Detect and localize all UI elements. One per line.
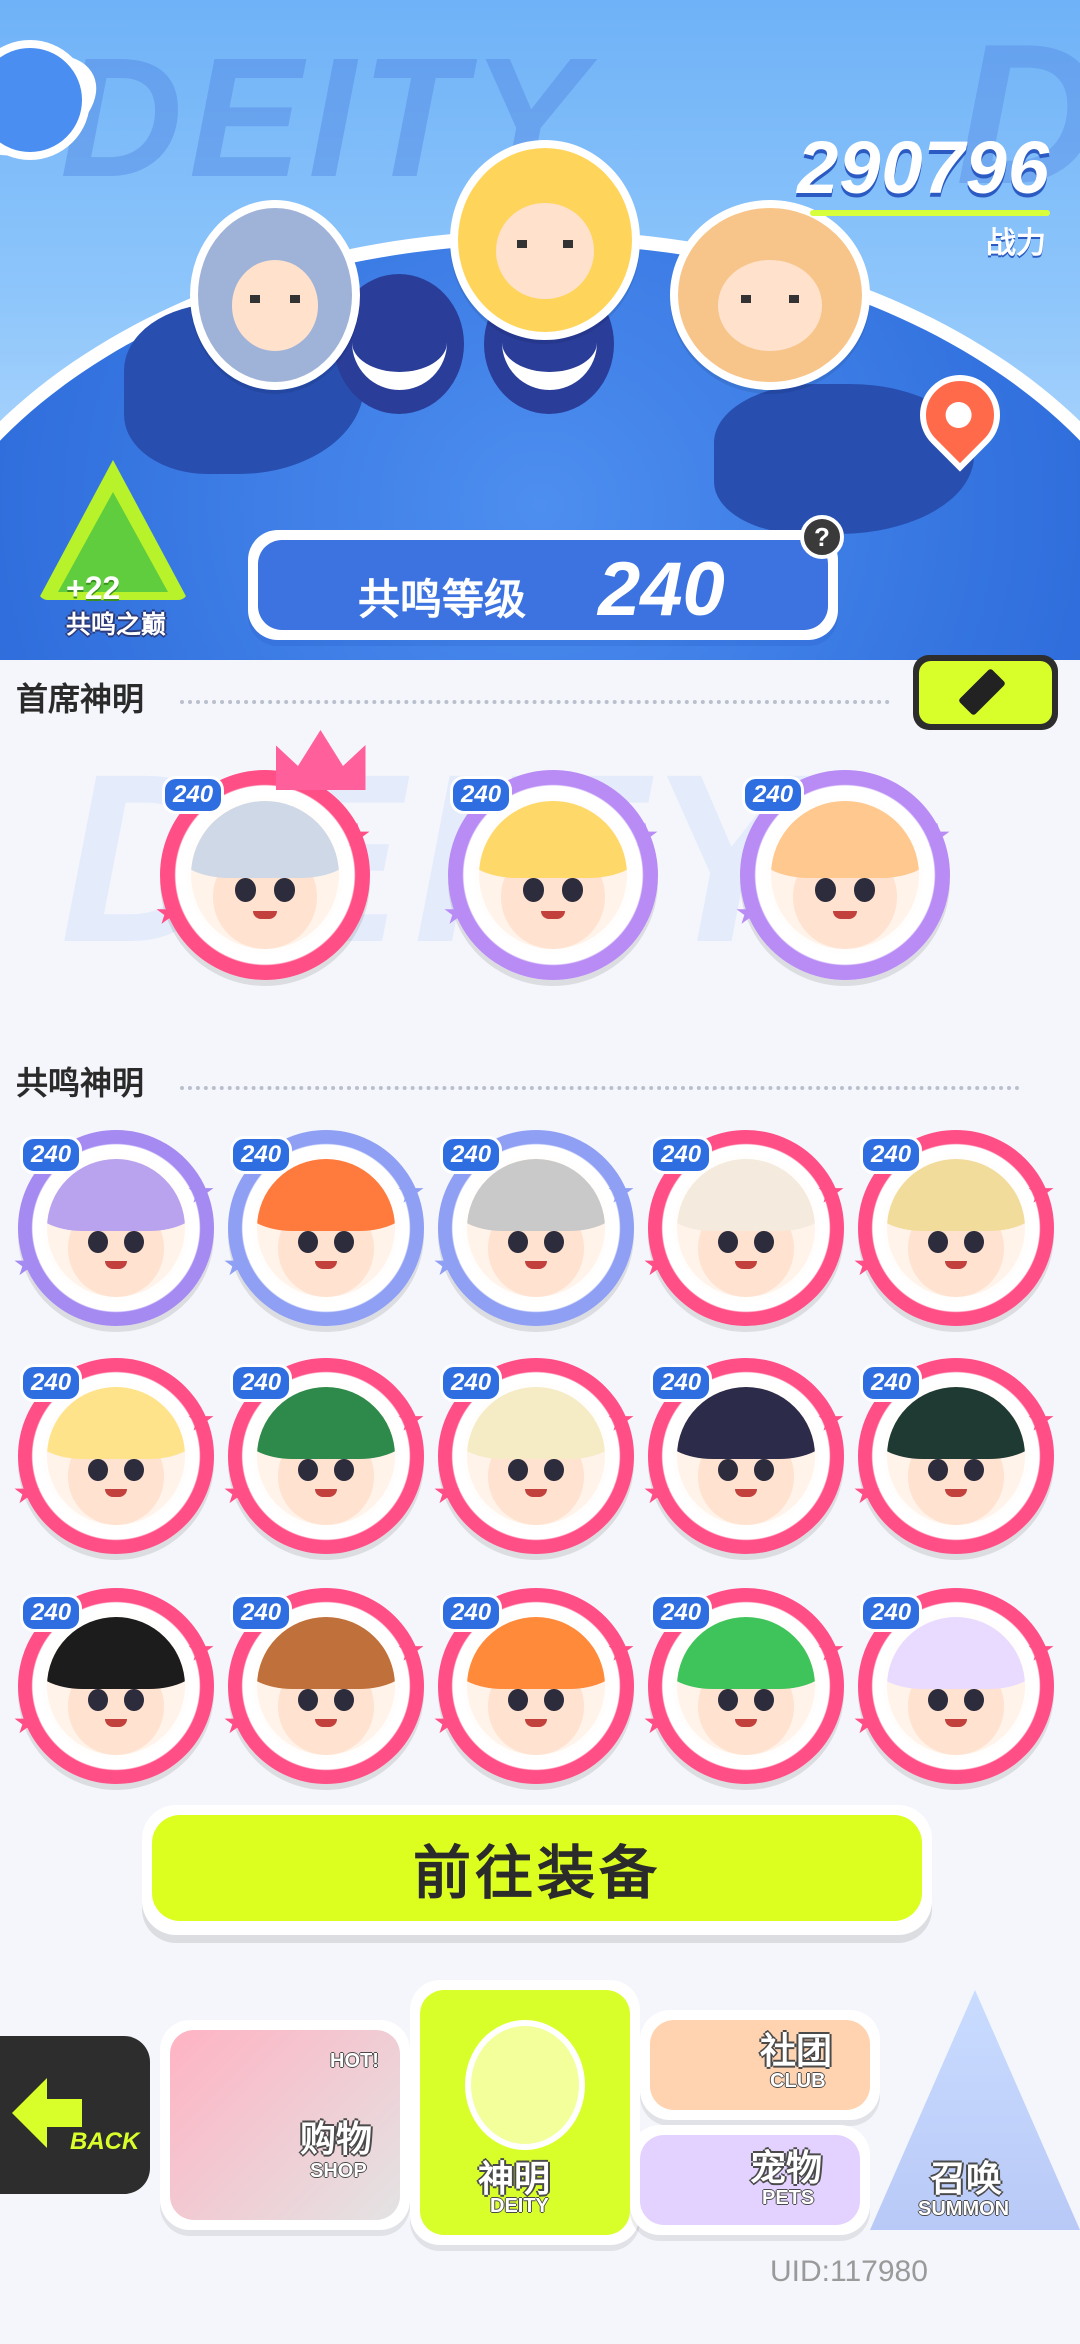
deity-portrait: [43, 1613, 189, 1759]
level-badge: 240: [860, 1594, 923, 1632]
level-badge: 240: [230, 1594, 293, 1632]
resonant-deity-card[interactable]: 240: [224, 1588, 424, 1784]
deity-portrait: [883, 1155, 1029, 1301]
nav-summon[interactable]: 召唤 SUMMON: [870, 1990, 1080, 2260]
power-underline: [810, 210, 1050, 216]
resonant-deity-card[interactable]: 240: [434, 1130, 634, 1326]
nav-pets-cn: 宠物: [750, 2148, 823, 2189]
deity-portrait: [253, 1383, 399, 1529]
hero-banner: DEITY D 290796 战力 +22 共鸣之巅 共鸣等级 240 ?: [0, 0, 1080, 660]
nav-deity-en: DEITY: [490, 2195, 549, 2217]
resonant-deity-card[interactable]: 240: [224, 1358, 424, 1554]
deity-portrait: [43, 1155, 189, 1301]
hot-badge: HOT!: [330, 2050, 379, 2072]
resonant-deity-card[interactable]: 240: [644, 1588, 844, 1784]
level-badge: 240: [440, 1594, 503, 1632]
level-badge: 240: [742, 776, 805, 814]
nav-shop[interactable]: 购物 SHOP HOT!: [160, 2020, 410, 2230]
level-badge: 240: [860, 1364, 923, 1402]
section-title-resonant-deities: 共鸣神明: [16, 1064, 145, 1102]
resonant-deity-card[interactable]: 240: [854, 1358, 1054, 1554]
help-icon[interactable]: ?: [800, 515, 844, 559]
resonant-deity-card[interactable]: 240: [434, 1588, 634, 1784]
pencil-icon: [957, 667, 1007, 717]
level-badge: 240: [860, 1136, 923, 1174]
nav-pets[interactable]: 宠物 PETS: [630, 2125, 870, 2235]
level-badge: 240: [20, 1136, 83, 1174]
deity-portrait: [187, 797, 343, 953]
resonance-peak-badge[interactable]: +22 共鸣之巅: [28, 460, 198, 640]
chibi-deity-center[interactable]: [450, 140, 640, 340]
resonant-deity-card[interactable]: 240: [644, 1358, 844, 1554]
deity-portrait: [673, 1155, 819, 1301]
deity-portrait: [463, 1383, 609, 1529]
deity-portrait: [673, 1383, 819, 1529]
level-badge: 240: [650, 1136, 713, 1174]
deity-portrait: [253, 1613, 399, 1759]
head-deity-card[interactable]: 240: [444, 770, 658, 980]
resonant-deity-card[interactable]: 240: [224, 1130, 424, 1326]
level-badge: 240: [230, 1364, 293, 1402]
peak-name: 共鸣之巅: [65, 610, 166, 639]
resonance-level-card[interactable]: 共鸣等级 240: [248, 530, 838, 640]
deity-portrait: [475, 797, 631, 953]
deity-portrait: [463, 1613, 609, 1759]
level-badge: 240: [230, 1136, 293, 1174]
edit-button[interactable]: [913, 655, 1058, 730]
nav-shop-cn: 购物: [300, 2119, 373, 2160]
deity-portrait: [673, 1613, 819, 1759]
resonant-deity-card[interactable]: 240: [854, 1130, 1054, 1326]
resonant-deity-card[interactable]: 240: [14, 1358, 214, 1554]
deity-portrait: [767, 797, 923, 953]
nav-summon-cn: 召唤: [930, 2159, 1003, 2200]
level-badge: 240: [20, 1364, 83, 1402]
nav-shop-en: SHOP: [310, 2160, 367, 2182]
chibi-deity-right[interactable]: [670, 200, 870, 390]
deity-portrait: [883, 1383, 1029, 1529]
level-badge: 240: [450, 776, 513, 814]
divider: [180, 1086, 1020, 1090]
resonance-level-value: 240: [598, 547, 725, 630]
user-id: UID:117980: [770, 2255, 928, 2288]
go-to-equip-label: 前往装备: [412, 1839, 661, 1907]
level-badge: 240: [20, 1594, 83, 1632]
head-deity-card[interactable]: 240: [156, 730, 370, 980]
divider: [180, 700, 890, 704]
go-to-equip-button[interactable]: 前往装备: [142, 1805, 932, 1935]
resonance-level-label: 共鸣等级: [358, 575, 527, 624]
nav-pets-en: PETS: [762, 2187, 815, 2209]
back-button[interactable]: BACK: [0, 2036, 150, 2194]
nav-deity[interactable]: 神明 DEITY: [410, 1980, 640, 2245]
deity-portrait: [43, 1383, 189, 1529]
level-badge: 240: [650, 1364, 713, 1402]
section-title-head-deities: 首席神明: [16, 680, 145, 718]
resonant-deity-card[interactable]: 240: [854, 1588, 1054, 1784]
level-badge: 240: [650, 1594, 713, 1632]
peak-bonus: +22: [66, 570, 121, 606]
resonant-deity-card[interactable]: 240: [14, 1588, 214, 1784]
nav-club-cn: 社团: [760, 2031, 833, 2072]
deity-portrait: [463, 1155, 609, 1301]
level-badge: 240: [440, 1364, 503, 1402]
resonant-deity-card[interactable]: 240: [434, 1358, 634, 1554]
chibi-deity-left[interactable]: [190, 200, 360, 390]
resonant-deity-card[interactable]: 240: [14, 1130, 214, 1326]
resonant-deity-card[interactable]: 240: [644, 1130, 844, 1326]
combat-power-value: 290796: [797, 126, 1050, 209]
deity-portrait: [253, 1155, 399, 1301]
deity-portrait: [883, 1613, 1029, 1759]
nav-club[interactable]: 社团 CLUB: [640, 2010, 880, 2120]
deity-mascot-icon: [465, 2020, 585, 2150]
nav-summon-en: SUMMON: [918, 2198, 1010, 2220]
back-label: BACK: [70, 2128, 140, 2155]
level-badge: 240: [440, 1136, 503, 1174]
level-badge: 240: [162, 776, 225, 814]
head-deity-card[interactable]: 240: [736, 770, 950, 980]
combat-power-label: 战力: [986, 226, 1046, 261]
nav-club-en: CLUB: [770, 2070, 826, 2092]
